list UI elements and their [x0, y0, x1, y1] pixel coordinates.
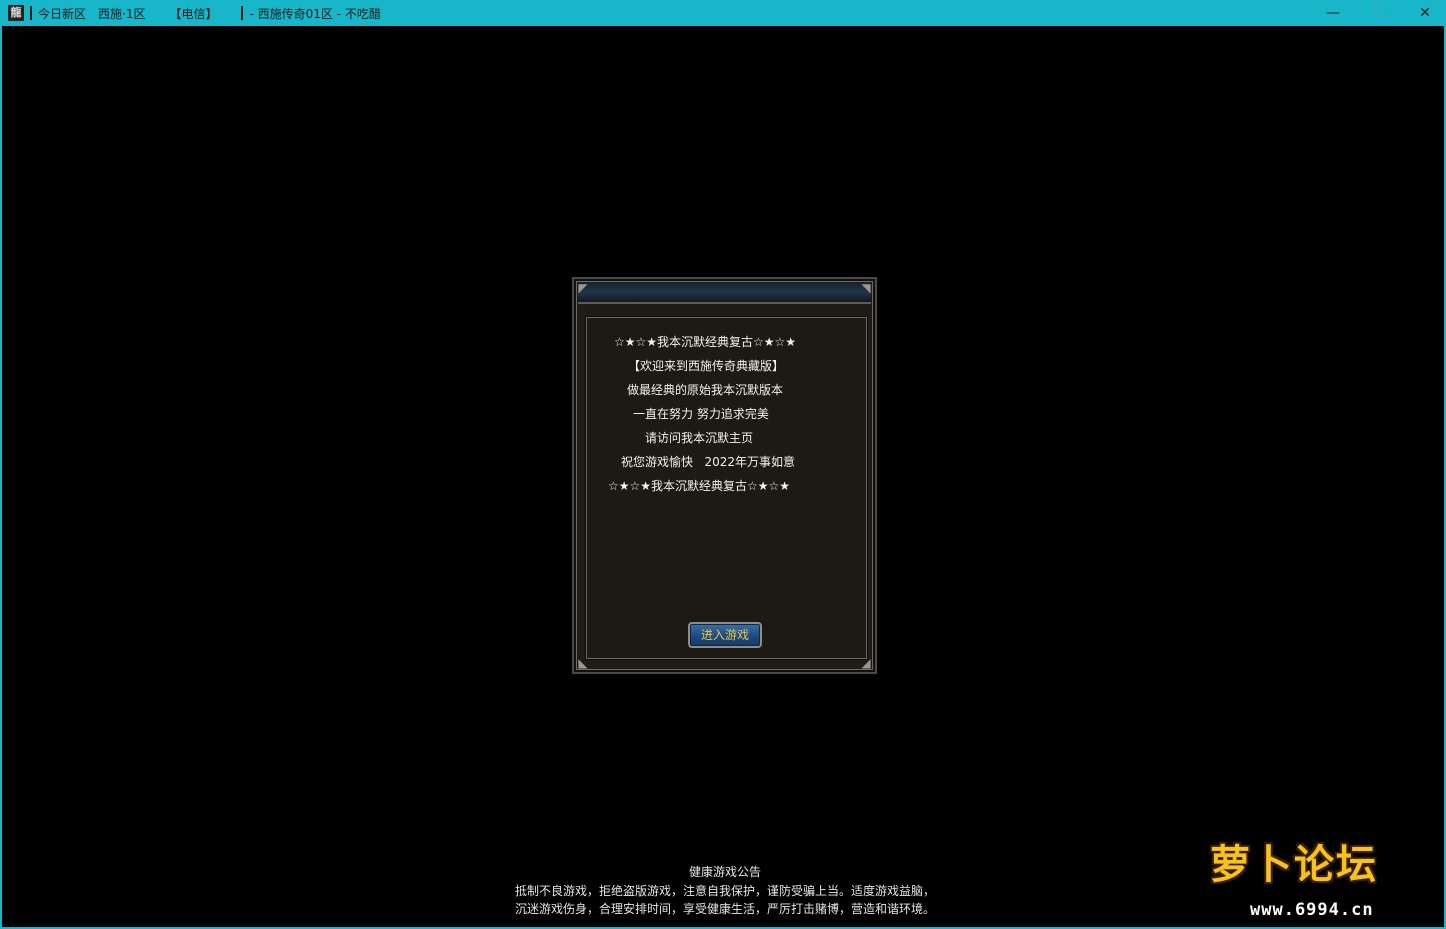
announcement-line: 一直在努力 努力追求完美: [633, 407, 769, 421]
announcement-panel: ☆★☆★我本沉默经典复古☆★☆★ 【欢迎来到西施传奇典藏版】 做最经典的原始我本…: [586, 317, 867, 659]
announcement-line: 祝您游戏愉快 2022年万事如意: [621, 455, 795, 469]
announcement-line: 【欢迎来到西施传奇典藏版】: [628, 359, 785, 373]
title-separator: [241, 6, 244, 20]
enter-game-button[interactable]: 进入游戏: [688, 622, 762, 648]
announcement-line: 请访问我本沉默主页: [645, 431, 754, 445]
maximize-button[interactable]: ☐: [1356, 0, 1402, 26]
announcement-dialog: ◤ ◥ ◣ ◢ ☆★☆★我本沉默经典复古☆★☆★ 【欢迎来到西施传奇典藏版】 做…: [572, 277, 877, 674]
dialog-header-bar: [578, 282, 871, 304]
game-client-window: 龍 今日新区 西施·1区 【电信】 - 西施传奇01区 - 不吃醋 — ☐ ✕ …: [0, 0, 1446, 929]
title-isp: 【电信】: [169, 6, 218, 21]
app-logo-icon: 龍: [8, 5, 24, 21]
announcement-line: ☆★☆★我本沉默经典复古☆★☆★: [614, 335, 797, 349]
title-game-zone: - 西施传奇01区 - 不吃醋: [249, 6, 381, 21]
announcement-text: ☆★☆★我本沉默经典复古☆★☆★ 【欢迎来到西施传奇典藏版】 做最经典的原始我本…: [587, 330, 866, 498]
title-today-new-server: 今日新区: [38, 6, 87, 21]
announcement-line: ☆★☆★我本沉默经典复古☆★☆★: [608, 479, 791, 493]
minimize-button[interactable]: —: [1310, 0, 1356, 26]
title-separator: [30, 6, 32, 20]
corner-ornament-icon: ◤: [578, 281, 588, 295]
watermark-brand: 萝卜论坛: [1210, 842, 1378, 888]
watermark-url: www.6994.cn: [1250, 900, 1374, 920]
site-watermark: 萝卜论坛 www.6994.cn: [1202, 828, 1432, 924]
corner-ornament-icon: ◥: [861, 281, 871, 295]
close-button[interactable]: ✕: [1402, 0, 1446, 26]
window-controls: — ☐ ✕: [1310, 0, 1446, 26]
announcement-line: 做最经典的原始我本沉默版本: [627, 383, 784, 397]
title-server-name: 西施·1区: [98, 6, 146, 21]
title-bar[interactable]: 龍 今日新区 西施·1区 【电信】 - 西施传奇01区 - 不吃醋 — ☐ ✕: [2, 0, 1446, 26]
